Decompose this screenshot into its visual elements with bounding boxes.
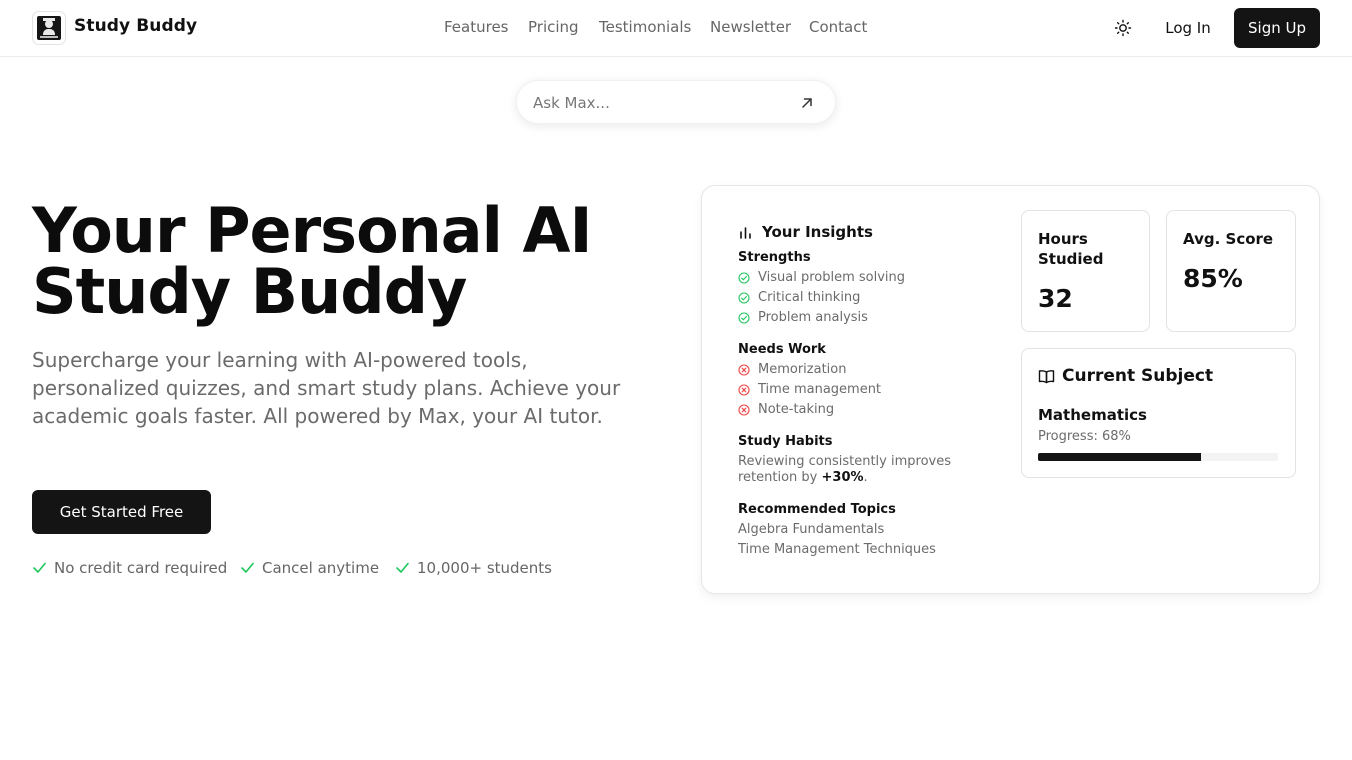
recommended-topic[interactable]: Algebra Fundamentals xyxy=(738,522,884,537)
arrow-up-right-icon[interactable] xyxy=(797,93,817,113)
perk-label: No credit card required xyxy=(54,559,228,577)
brand-name[interactable]: Study Buddy xyxy=(74,16,197,36)
x-circle-icon xyxy=(738,364,750,376)
perk-label: 10,000+ students xyxy=(417,559,552,577)
progress-bar-fill xyxy=(1038,453,1202,461)
progress-bar xyxy=(1038,453,1278,461)
avg-score-card: Avg. Score 85% xyxy=(1166,210,1296,332)
nav-link-newsletter[interactable]: Newsletter xyxy=(710,18,791,36)
check-icon xyxy=(33,562,46,573)
login-button[interactable]: Log In xyxy=(1152,8,1224,48)
insights-card: Your Insights Strengths Visual problem s… xyxy=(701,185,1320,594)
perk-label: Cancel anytime xyxy=(262,559,380,577)
needs-work-title: Needs Work xyxy=(738,342,826,357)
book-open-icon xyxy=(1038,368,1055,385)
study-habits-title: Study Habits xyxy=(738,434,833,449)
x-circle-icon xyxy=(738,384,750,396)
top-navbar: Study Buddy Features Pricing Testimonial… xyxy=(0,0,1352,57)
study-habits-text: Reviewing consistently improves retentio… xyxy=(738,454,951,485)
hours-studied-card: Hours Studied 32 xyxy=(1021,210,1150,332)
check-icon xyxy=(241,562,254,573)
nav-link-features[interactable]: Features xyxy=(444,18,509,36)
get-started-button[interactable]: Get Started Free xyxy=(32,490,211,534)
recommended-topic[interactable]: Time Management Techniques xyxy=(738,542,936,557)
hours-studied-label: Hours Studied xyxy=(1038,230,1104,268)
ask-max-input[interactable] xyxy=(533,93,783,113)
strengths-title: Strengths xyxy=(738,250,811,265)
hero-subtitle: Supercharge your learning with AI-powere… xyxy=(32,348,621,428)
bar-chart-icon xyxy=(738,225,753,240)
check-circle-icon xyxy=(738,292,750,304)
x-circle-icon xyxy=(738,404,750,416)
habits-highlight: +30% xyxy=(821,470,864,485)
logo-image xyxy=(37,16,61,40)
subject-name: Mathematics xyxy=(1038,406,1147,424)
logo[interactable] xyxy=(32,11,66,45)
signup-button[interactable]: Sign Up xyxy=(1234,8,1320,48)
insights-title: Your Insights xyxy=(762,223,873,241)
subject-progress-label: Progress: 68% xyxy=(1038,429,1131,444)
nav-link-pricing[interactable]: Pricing xyxy=(528,18,579,36)
avg-score-label: Avg. Score xyxy=(1183,230,1274,248)
check-circle-icon xyxy=(738,312,750,324)
check-circle-icon xyxy=(738,272,750,284)
recommended-topics-title: Recommended Topics xyxy=(738,502,896,517)
hero-title: Your Personal AI Study Buddy xyxy=(32,194,593,328)
nav-link-testimonials[interactable]: Testimonials xyxy=(599,18,691,36)
current-subject-card: Current Subject Mathematics Progress: 68… xyxy=(1021,348,1296,478)
ask-max-bar xyxy=(516,80,836,124)
avg-score-value: 85% xyxy=(1183,264,1243,293)
check-icon xyxy=(396,562,409,573)
nav-link-contact[interactable]: Contact xyxy=(809,18,867,36)
hours-studied-value: 32 xyxy=(1038,284,1073,313)
current-subject-title: Current Subject xyxy=(1062,366,1214,386)
sun-icon[interactable] xyxy=(1114,19,1132,37)
